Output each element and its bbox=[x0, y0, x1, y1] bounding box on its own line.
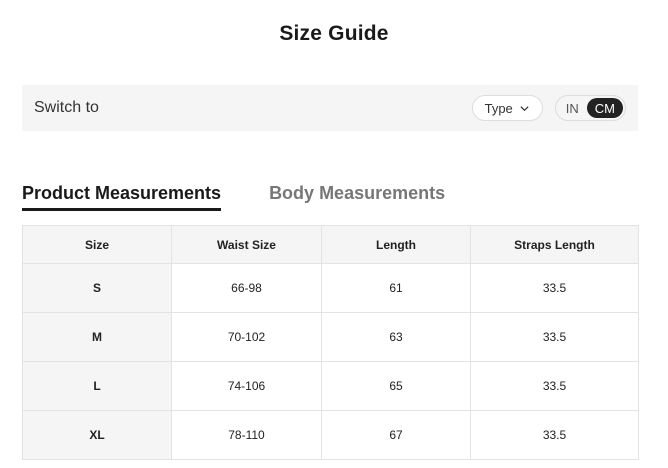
length-cell: 67 bbox=[321, 410, 471, 460]
header-size: Size bbox=[22, 225, 172, 264]
unit-option-cm[interactable]: CM bbox=[586, 98, 623, 118]
waist-cell: 74-106 bbox=[171, 361, 322, 411]
unit-option-in[interactable]: IN bbox=[558, 98, 587, 118]
size-cell: S bbox=[22, 263, 172, 313]
switch-label: Switch to bbox=[34, 99, 99, 116]
page-title: Size Guide bbox=[279, 22, 389, 45]
header-straps-length: Straps Length bbox=[470, 225, 639, 264]
waist-cell: 70-102 bbox=[171, 312, 322, 362]
waist-cell: 66-98 bbox=[171, 263, 322, 313]
table-row: XL 78-110 67 33.5 bbox=[22, 410, 639, 460]
length-cell: 61 bbox=[321, 263, 471, 313]
length-cell: 65 bbox=[321, 361, 471, 411]
type-dropdown[interactable]: Type bbox=[471, 95, 543, 121]
straps-cell: 33.5 bbox=[470, 263, 639, 313]
chevron-down-icon bbox=[520, 105, 529, 111]
unit-switch-bar: Switch to Type IN CM bbox=[22, 85, 638, 131]
unit-toggle: IN CM bbox=[554, 95, 626, 121]
straps-cell: 33.5 bbox=[470, 361, 639, 411]
straps-cell: 33.5 bbox=[470, 410, 639, 460]
size-guide-page: Size Guide Switch to Type IN CM Product … bbox=[0, 0, 668, 468]
table-row: M 70-102 63 33.5 bbox=[22, 312, 639, 362]
waist-cell: 78-110 bbox=[171, 410, 322, 460]
straps-cell: 33.5 bbox=[470, 312, 639, 362]
size-cell: M bbox=[22, 312, 172, 362]
tab-product-measurements[interactable]: Product Measurements bbox=[22, 183, 222, 211]
measurement-tabs: Product Measurements Body Measurements bbox=[22, 183, 445, 211]
header-waist-size: Waist Size bbox=[171, 225, 322, 264]
size-cell: L bbox=[22, 361, 172, 411]
table-header-row: Size Waist Size Length Straps Length bbox=[22, 225, 639, 264]
size-cell: XL bbox=[22, 410, 172, 460]
size-table: Size Waist Size Length Straps Length S 6… bbox=[22, 225, 639, 460]
header-length: Length bbox=[321, 225, 471, 264]
type-dropdown-label: Type bbox=[484, 100, 513, 116]
tab-body-measurements[interactable]: Body Measurements bbox=[269, 183, 445, 211]
table-row: L 74-106 65 33.5 bbox=[22, 361, 639, 411]
table-row: S 66-98 61 33.5 bbox=[22, 263, 639, 313]
length-cell: 63 bbox=[321, 312, 471, 362]
